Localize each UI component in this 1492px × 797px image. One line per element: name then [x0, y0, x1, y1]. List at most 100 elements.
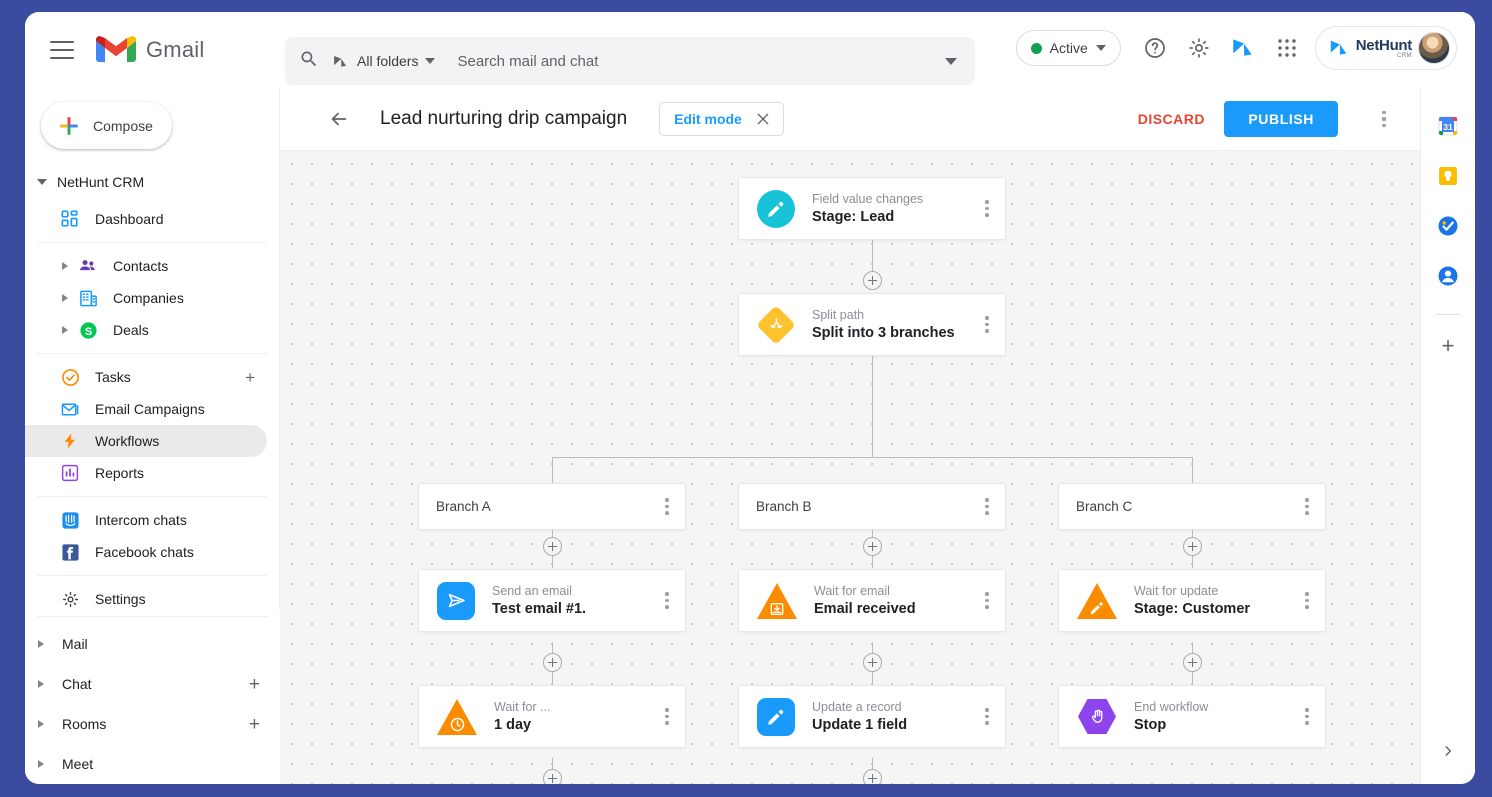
node-kebab-menu-icon[interactable] [665, 592, 669, 609]
node-kebab-menu-icon[interactable] [985, 708, 989, 725]
search-icon[interactable] [299, 49, 319, 74]
dashboard-icon [59, 208, 81, 230]
sidebar-item-reports[interactable]: Reports [25, 457, 267, 489]
search-bar[interactable]: All folders [285, 37, 975, 85]
workflow-node-trigger[interactable]: Field value changes Stage: Lead [738, 177, 1006, 240]
branch-header-a[interactable]: Branch A [418, 483, 686, 530]
chevron-down-icon[interactable] [1095, 45, 1106, 51]
sidebar-item-workflows[interactable]: Workflows [25, 425, 267, 457]
status-active-button[interactable]: Active [1015, 30, 1121, 66]
google-calendar-icon[interactable]: 31 [1436, 114, 1460, 138]
branch-header-c[interactable]: Branch C [1058, 483, 1326, 530]
workflow-node-split-path[interactable]: Split path Split into 3 branches [738, 293, 1006, 356]
expand-chevron-right-icon[interactable] [38, 680, 44, 688]
sidebar-group-nethunt-crm[interactable]: NetHunt CRM [25, 165, 279, 199]
google-tasks-icon[interactable] [1436, 214, 1460, 238]
edit-mode-chip[interactable]: Edit mode [659, 102, 784, 136]
sidebar-item-deals[interactable]: S Deals [25, 314, 267, 346]
publish-button[interactable]: PUBLISH [1224, 101, 1338, 137]
back-arrow-icon[interactable] [328, 108, 350, 130]
nethunt-logo-icon[interactable] [1221, 26, 1265, 70]
kebab-menu-icon[interactable] [1382, 110, 1386, 128]
sidebar-item-intercom-chats[interactable]: Intercom chats [25, 504, 267, 536]
sidebar-item-label: Contacts [113, 258, 169, 274]
close-icon[interactable] [755, 111, 771, 127]
account-brand-label: NetHunt [1355, 36, 1413, 54]
node-text: Send an email Test email #1. [492, 582, 665, 619]
discard-button[interactable]: DISCARD [1138, 111, 1205, 127]
add-step-button[interactable] [543, 769, 562, 784]
avatar[interactable] [1418, 32, 1450, 64]
google-contacts-icon[interactable] [1436, 264, 1460, 288]
sidebar-item-companies[interactable]: Companies [25, 282, 267, 314]
sidebar-item-mail[interactable]: Mail [25, 624, 280, 664]
add-step-button[interactable] [863, 271, 882, 290]
chevron-down-icon[interactable] [425, 58, 436, 64]
expand-chevron-right-icon[interactable] [38, 720, 44, 728]
node-subtitle: Split path [812, 308, 865, 322]
workflow-canvas[interactable]: Field value changes Stage: Lead Split pa… [280, 151, 1440, 784]
expand-chevron-right-icon[interactable] [62, 326, 68, 334]
expand-chevron-right-icon[interactable] [62, 294, 68, 302]
node-kebab-menu-icon[interactable] [1305, 708, 1309, 725]
branch-kebab-menu-icon[interactable] [665, 498, 669, 515]
workflow-node-b2[interactable]: Update a record Update 1 field [738, 685, 1006, 748]
account-chip[interactable]: NetHunt CRM [1314, 26, 1457, 70]
workflow-node-b1[interactable]: Wait for email Email received [738, 569, 1006, 632]
add-step-button[interactable] [863, 769, 882, 784]
node-subtitle: Wait for email [814, 584, 890, 598]
gmail-brand-label: Gmail [146, 37, 205, 62]
workflow-node-c2[interactable]: End workflow Stop [1058, 685, 1326, 748]
add-task-button[interactable]: + [245, 369, 255, 386]
branch-kebab-menu-icon[interactable] [1305, 498, 1309, 515]
sidebar-item-tasks[interactable]: Tasks + [25, 361, 267, 393]
split-path-icon [756, 304, 796, 345]
search-input[interactable] [457, 52, 945, 70]
sidebar-item-chat[interactable]: Chat + [25, 664, 280, 704]
workflow-node-a2[interactable]: Wait for ... 1 day [418, 685, 686, 748]
sidebar-item-email-campaigns[interactable]: Email Campaigns [25, 393, 267, 425]
help-icon[interactable] [1133, 26, 1177, 70]
node-text: End workflow Stop [1134, 698, 1305, 735]
chevron-right-icon[interactable] [1441, 744, 1455, 762]
branch-header-b[interactable]: Branch B [738, 483, 1006, 530]
hamburger-menu-icon[interactable] [50, 41, 74, 59]
add-step-button[interactable] [863, 537, 882, 556]
node-kebab-menu-icon[interactable] [985, 200, 989, 217]
sidebar-item-facebook-chats[interactable]: Facebook chats [25, 536, 267, 568]
sidebar-item-rooms[interactable]: Rooms + [25, 704, 280, 744]
email-campaigns-icon [59, 398, 81, 420]
node-kebab-menu-icon[interactable] [1305, 592, 1309, 609]
gear-icon[interactable] [1177, 26, 1221, 70]
expand-chevron-right-icon[interactable] [38, 760, 44, 768]
node-kebab-menu-icon[interactable] [985, 316, 989, 333]
sidebar-item-meet[interactable]: Meet [25, 744, 280, 784]
clock-icon [437, 698, 477, 735]
node-kebab-menu-icon[interactable] [985, 592, 989, 609]
compose-button[interactable]: Compose [41, 102, 172, 149]
expand-chevron-right-icon[interactable] [38, 640, 44, 648]
svg-text:31: 31 [1443, 122, 1453, 132]
add-room-button[interactable]: + [249, 715, 260, 734]
sidebar-item-dashboard[interactable]: Dashboard [25, 203, 267, 235]
add-step-button[interactable] [543, 537, 562, 556]
branch-kebab-menu-icon[interactable] [985, 498, 989, 515]
add-chat-button[interactable]: + [249, 675, 260, 694]
add-step-button[interactable] [543, 653, 562, 672]
add-step-button[interactable] [1183, 537, 1202, 556]
sidebar-item-label: Reports [95, 465, 145, 481]
add-step-button[interactable] [863, 653, 882, 672]
sidebar-item-label: Workflows [95, 433, 160, 449]
folders-filter[interactable]: All folders [331, 52, 436, 71]
search-options-chevron-down-icon[interactable] [945, 57, 957, 65]
add-apps-icon[interactable]: + [1442, 335, 1455, 357]
apps-grid-icon[interactable] [1265, 26, 1309, 70]
expand-chevron-right-icon[interactable] [62, 262, 68, 270]
google-keep-icon[interactable] [1436, 164, 1460, 188]
workflow-node-a1[interactable]: Send an email Test email #1. [418, 569, 686, 632]
sidebar-item-contacts[interactable]: Contacts [25, 250, 267, 282]
node-kebab-menu-icon[interactable] [665, 708, 669, 725]
add-step-button[interactable] [1183, 653, 1202, 672]
node-text: Field value changes Stage: Lead [812, 190, 985, 227]
workflow-node-c1[interactable]: Wait for update Stage: Customer [1058, 569, 1326, 632]
